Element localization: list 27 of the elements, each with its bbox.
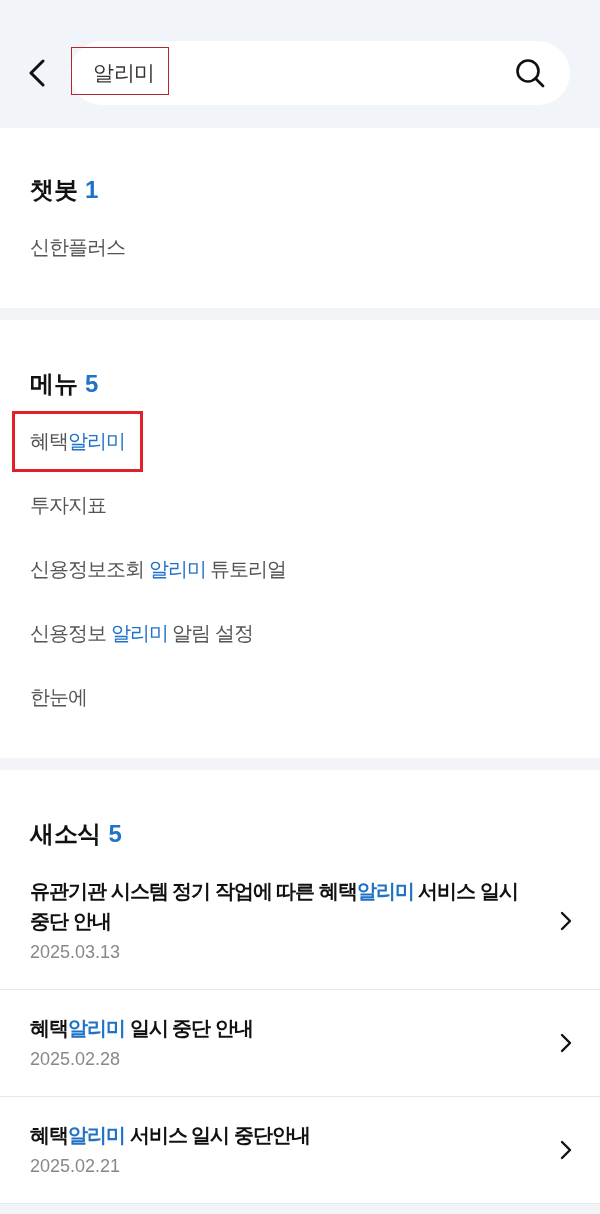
chevron-right-icon	[560, 910, 572, 931]
news-item[interactable]: 혜택알리미 일시 중단 안내 2025.02.28	[0, 990, 600, 1097]
chevron-right-icon	[560, 1139, 572, 1160]
search-result-item[interactable]: 혜택알리미	[30, 426, 125, 456]
back-icon[interactable]	[28, 59, 46, 87]
news-date: 2025.03.13	[30, 941, 122, 964]
result-count: 1	[85, 176, 98, 204]
search-field[interactable]: 알리미	[70, 41, 570, 105]
news-date: 2025.02.28	[30, 1048, 122, 1071]
news-title: 유관기관 시스템 정기 작업에 따른 혜택알리미 서비스 일시 중단 안내	[30, 879, 519, 934]
search-result-item[interactable]: 신한플러스	[30, 232, 125, 262]
search-result-item[interactable]: 투자지표	[30, 490, 106, 520]
section-title: 새소식	[30, 819, 101, 849]
chevron-right-icon	[560, 1032, 572, 1053]
section-title: 챗봇	[30, 175, 77, 205]
news-title: 혜택알리미 일시 중단 안내	[30, 1016, 254, 1041]
section-title: 메뉴	[30, 369, 77, 399]
news-item[interactable]: 혜택알리미 서비스 일시 중단안내 2025.02.21	[0, 1097, 600, 1204]
search-result-item[interactable]: 신용정보 알리미 알림 설정	[30, 618, 253, 648]
search-result-item[interactable]: 한눈에	[30, 682, 87, 712]
result-count: 5	[108, 820, 122, 848]
news-title: 혜택알리미 서비스 일시 중단안내	[30, 1123, 311, 1148]
search-icon[interactable]	[515, 58, 545, 88]
result-count: 5	[85, 370, 98, 398]
news-item[interactable]: 유관기관 시스템 정기 작업에 따른 혜택알리미 서비스 일시 중단 안내 2025.03.13	[0, 853, 600, 990]
search-result-item[interactable]: 신용정보조회 알리미 튜토리얼	[30, 554, 287, 584]
news-date: 2025.02.21	[30, 1155, 122, 1178]
